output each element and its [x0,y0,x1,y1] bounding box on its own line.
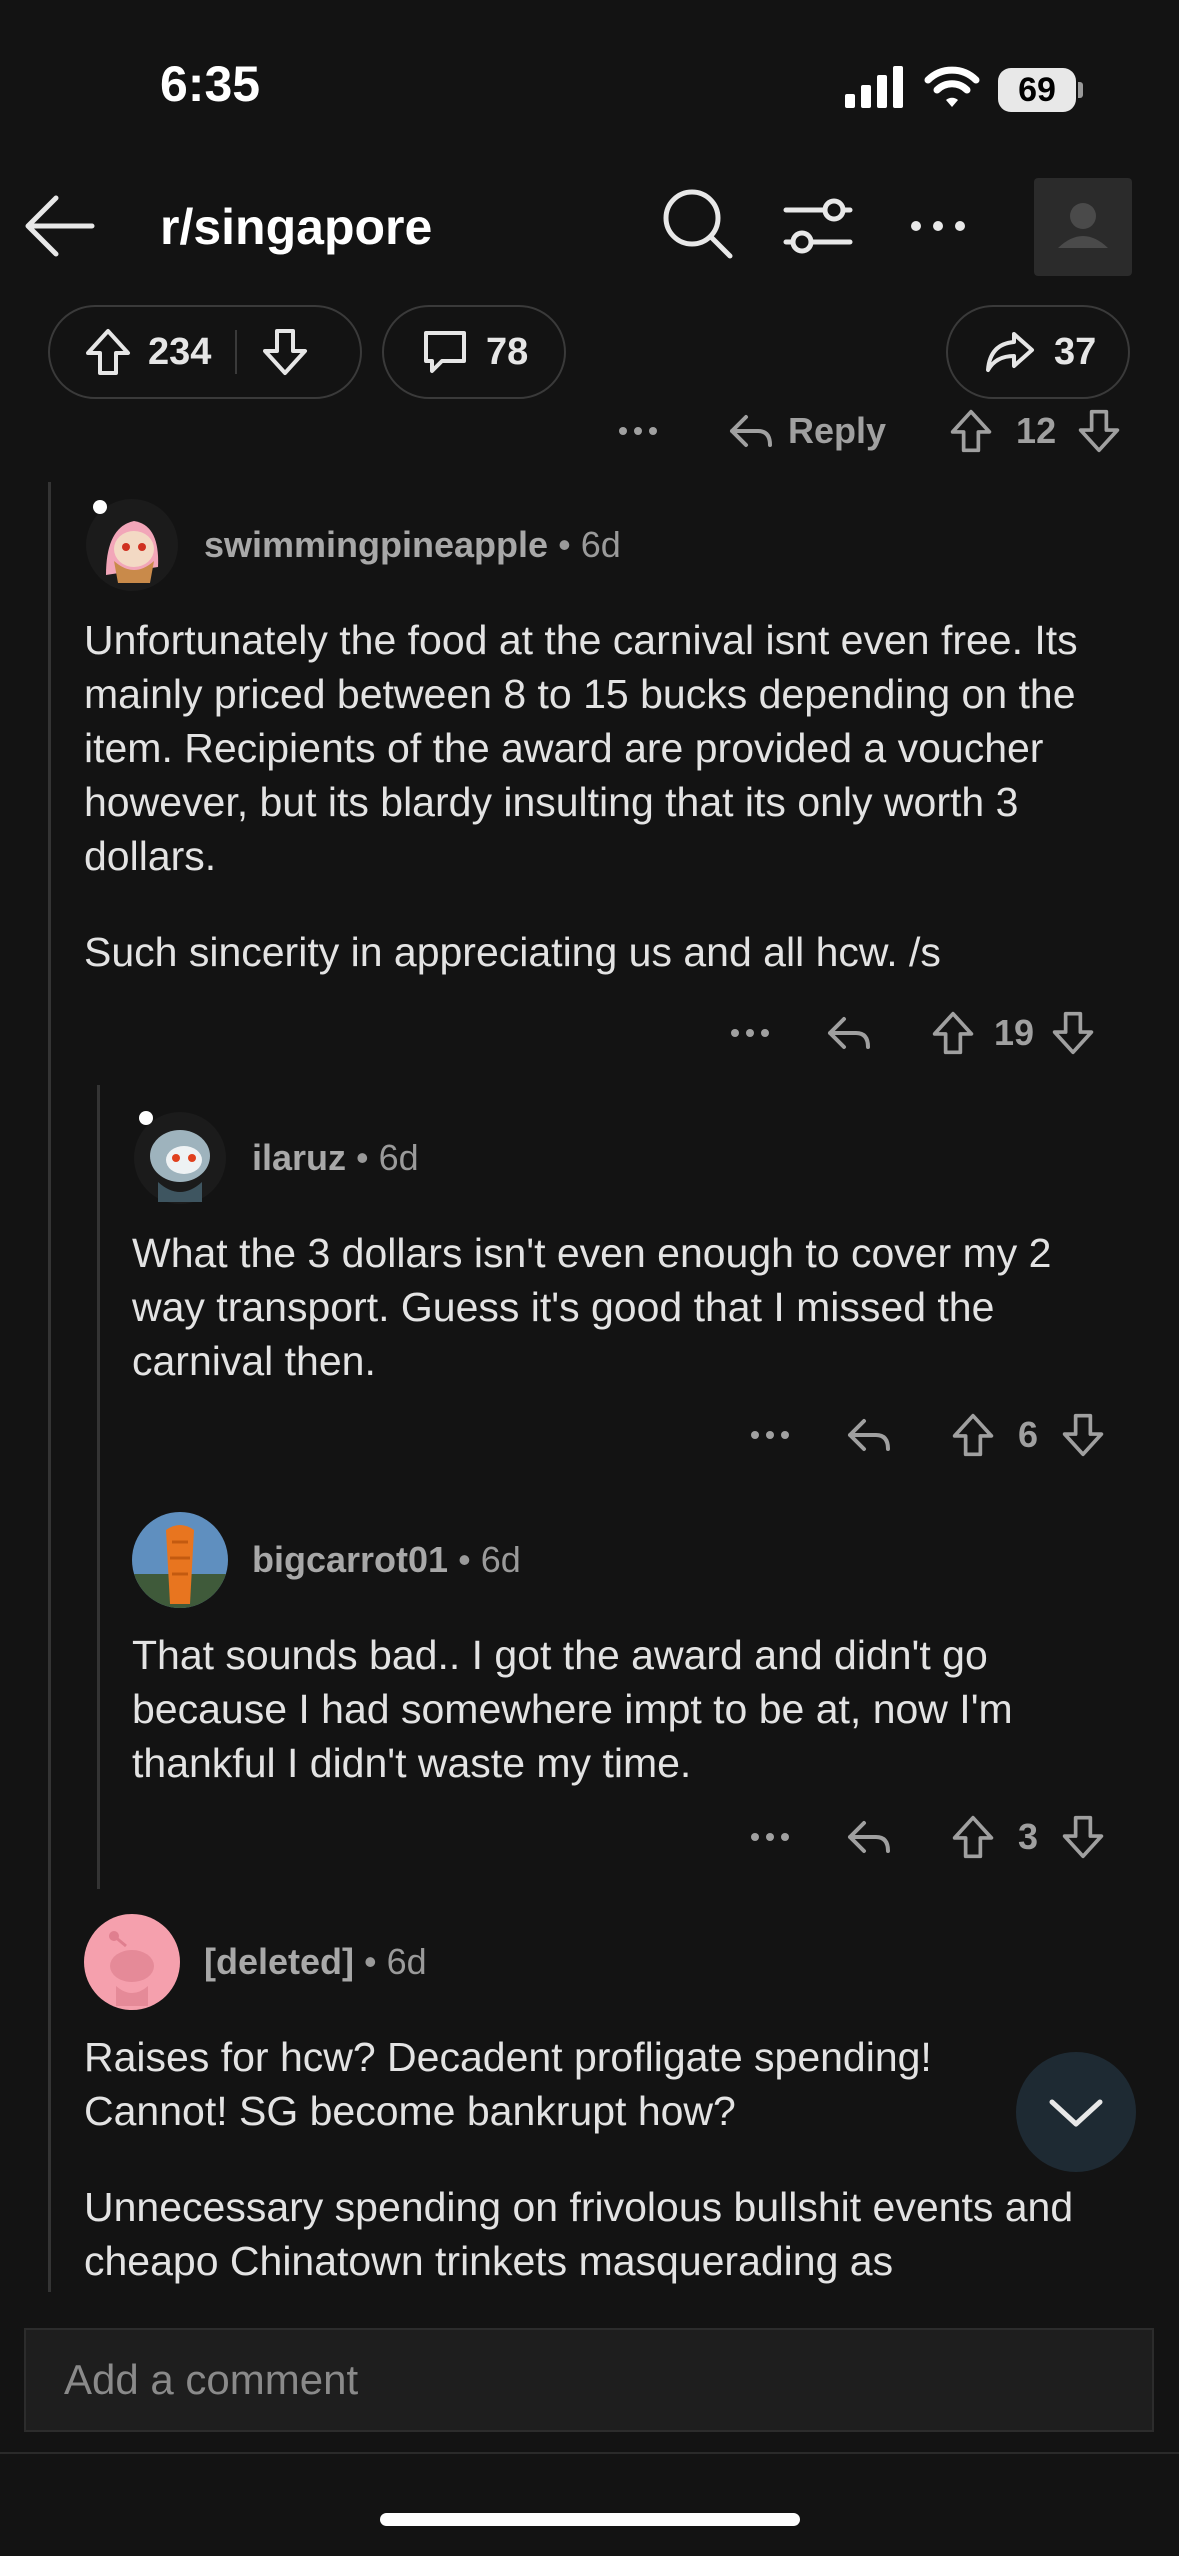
comment-body: Unfortunately the food at the carnival i… [84,613,1084,979]
comment-actions: 6 [750,1412,1106,1458]
comment: ilaruz • 6d What the 3 dollars isn't eve… [132,1108,1144,1388]
comment-paragraph: Unnecessary spending on frivolous bullsh… [84,2184,1074,2284]
comment-author: [deleted] [204,1941,355,1982]
share-arrow-icon [986,332,1034,372]
comment-age: 6d [386,1941,427,1982]
avatar[interactable] [132,1512,228,1608]
comment-count: 78 [486,330,529,373]
reply-label: Reply [788,410,887,451]
comment-paragraph: That sounds bad.. I got the award and di… [132,1632,1013,1786]
comments-pill[interactable]: 78 [382,305,566,399]
comment: bigcarrot01 • 6d That sounds bad.. I got… [132,1510,1144,1790]
cellular-signal-icon [845,66,903,108]
comment-paragraph: Raises for hcw? Decadent profligate spen… [84,2034,932,2134]
user-avatar[interactable] [1034,178,1132,276]
share-count: 37 [1054,330,1097,373]
add-comment-input[interactable]: Add a comment [24,2328,1154,2432]
meta-separator: • [356,1137,379,1178]
status-time: 6:35 [160,56,261,112]
downvote-icon[interactable] [261,327,309,377]
parent-comment-actions: Reply 12 [618,408,1122,454]
battery-indicator: 69 [998,68,1076,112]
comment-body: What the 3 dollars isn't even enough to … [132,1226,1122,1388]
comment-paragraph: Unfortunately the food at the carnival i… [84,617,1078,879]
comment-paragraph: What the 3 dollars isn't even enough to … [132,1230,1052,1384]
upvote-count: 234 [148,330,212,373]
reply-arrow-icon[interactable] [826,1013,872,1053]
meta-separator: • [364,1941,387,1982]
upvote-icon[interactable] [950,1412,996,1458]
more-options-icon[interactable] [750,1429,790,1441]
vote-pill: 234 [48,305,362,399]
comment-age: 6d [480,1539,521,1580]
upvote-icon[interactable] [930,1010,976,1056]
comment-author[interactable]: bigcarrot01 [252,1539,448,1580]
thread-line[interactable] [97,1085,100,1889]
reply-arrow-icon[interactable] [846,1415,892,1455]
comment-body: Raises for hcw? Decadent profligate spen… [84,2030,1144,2288]
comment-paragraph: Such sincerity in appreciating us and al… [84,929,941,975]
avatar[interactable] [132,1110,228,1206]
scroll-next-button[interactable] [1016,2052,1136,2172]
thread-line[interactable] [48,482,51,2292]
reply-button[interactable]: Reply [728,410,886,452]
more-options-icon[interactable] [618,425,658,437]
home-indicator [380,2513,800,2526]
search-icon[interactable] [660,186,736,262]
battery-tip [1078,82,1083,98]
share-pill[interactable]: 37 [946,305,1130,399]
comment-age: 6d [580,524,621,565]
comment-body: That sounds bad.. I got the award and di… [132,1628,1144,1790]
more-options-icon[interactable] [730,1027,770,1039]
comment: swimmingpineapple • 6d Unfortunately the… [84,495,1144,979]
upvote-icon[interactable] [84,327,132,377]
back-arrow-icon[interactable] [22,188,98,264]
downvote-icon[interactable] [1060,1814,1106,1860]
score: 3 [1018,1816,1039,1857]
downvote-icon[interactable] [1076,408,1122,454]
comment-actions: 3 [750,1814,1106,1860]
meta-separator: • [558,524,581,565]
vote-divider [235,330,238,374]
bottom-divider [0,2452,1179,2454]
avatar[interactable] [84,1914,180,2010]
meta-separator: • [458,1539,481,1580]
user-silhouette-icon [1058,203,1108,248]
reply-arrow-icon [730,415,772,447]
score: 6 [1018,1414,1039,1455]
upvote-icon[interactable] [948,408,994,454]
comment-bubble-icon [424,331,466,373]
sort-filter-icon[interactable] [782,196,854,256]
comment-actions: 19 [730,1010,1096,1056]
comment-author[interactable]: swimmingpineapple [204,524,548,565]
comment-author[interactable]: ilaruz [252,1137,346,1178]
chevron-down-icon [1049,2099,1103,2127]
more-options-icon[interactable] [908,216,968,236]
upvote-icon[interactable] [950,1814,996,1860]
downvote-icon[interactable] [1050,1010,1096,1056]
comment: [deleted] • 6d Raises for hcw? Decadent … [84,1912,1144,2288]
more-options-icon[interactable] [750,1831,790,1843]
score: 12 [1016,410,1057,451]
downvote-icon[interactable] [1060,1412,1106,1458]
score: 19 [994,1012,1035,1053]
wifi-icon [924,66,980,107]
comment-age: 6d [378,1137,419,1178]
subreddit-title[interactable]: r/singapore [160,198,432,256]
reply-arrow-icon[interactable] [846,1817,892,1857]
avatar[interactable] [84,497,180,593]
